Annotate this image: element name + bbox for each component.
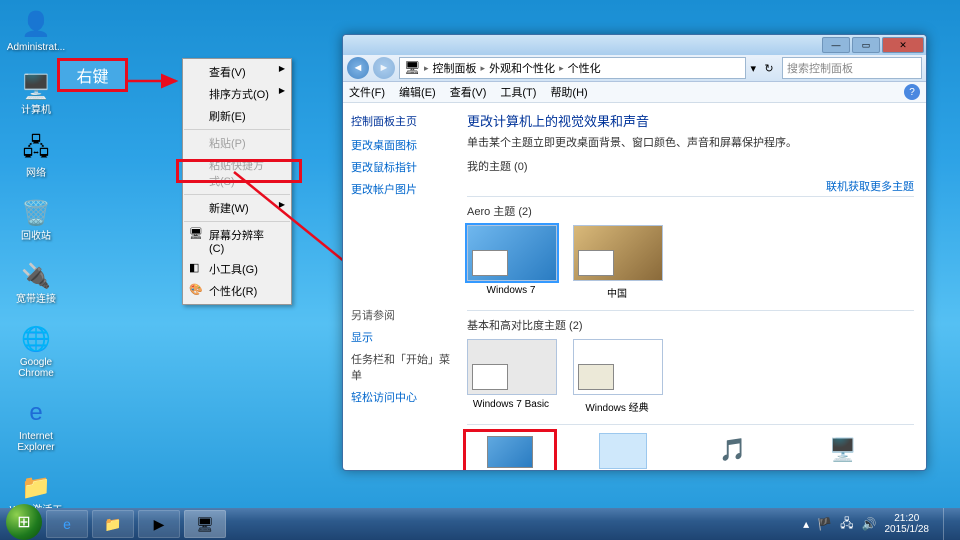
wallpaper-icon [487, 436, 533, 468]
display-link[interactable]: 显示 [351, 329, 455, 345]
theme-win7-basic[interactable]: Windows 7 Basic [467, 339, 555, 414]
menu-view[interactable]: 查看(V) [183, 61, 291, 83]
menu-bar: 文件(F) 编辑(E) 查看(V) 工具(T) 帮助(H) ? [343, 82, 926, 103]
annotation-arrow-1 [124, 72, 184, 90]
see-also-label: 另请参阅 [351, 307, 455, 323]
close-button[interactable]: ✕ [882, 37, 924, 53]
theme-windows7[interactable]: Windows 7 [467, 225, 555, 300]
page-subtitle: 单击某个主题立即更改桌面背景、窗口颜色、声音和屏幕保护程序。 [467, 134, 914, 150]
taskbar-personalize-window[interactable]: 🖥 [184, 510, 226, 538]
aero-themes-header: Aero 主题 (2) [467, 203, 914, 219]
show-desktop-button[interactable] [943, 508, 954, 540]
menu-view-m[interactable]: 查看(V) [450, 84, 487, 100]
main-content: 更改计算机上的视觉效果和声音 单击某个主题立即更改桌面背景、窗口颜色、声音和屏幕… [463, 103, 926, 470]
chrome-icon: 🌐 [20, 323, 52, 355]
my-themes-header: 我的主题 (0) [467, 158, 914, 174]
breadcrumb-root[interactable]: 控制面板 [433, 60, 477, 76]
breadcrumb[interactable]: 🖥 ▸ 控制面板 ▸ 外观和个性化 ▸ 个性化 [399, 57, 746, 79]
menu-edit[interactable]: 编辑(E) [399, 84, 436, 100]
personalization-window: — ▭ ✕ ◄ ► 🖥 ▸ 控制面板 ▸ 外观和个性化 ▸ 个性化 ▾ ↻ 搜索… [342, 34, 927, 471]
change-account-picture-link[interactable]: 更改帐户图片 [351, 181, 455, 197]
taskbar-explorer[interactable]: 📁 [92, 510, 134, 538]
user-folder-icon: 👤 [20, 8, 52, 40]
screensaver-icon: 🖥️ [820, 433, 866, 467]
taskbar-start-link[interactable]: 任务栏和「开始」菜单 [351, 351, 455, 383]
connection-icon: 🔌 [20, 260, 52, 292]
menu-personalize[interactable]: 🎨个性化(R) [183, 280, 291, 302]
color-icon [599, 433, 647, 469]
refresh-button[interactable]: ↻ [760, 59, 778, 77]
desktop-icon-admin[interactable]: 👤Administrat... [8, 8, 64, 53]
maximize-button[interactable]: ▭ [852, 37, 880, 53]
ie-icon: e [20, 397, 52, 429]
menu-help[interactable]: 帮助(H) [550, 84, 587, 100]
desktop-background-button[interactable]: 桌面背景 Harmony [463, 429, 557, 470]
desktop-icon-network[interactable]: 🖧网络 [8, 134, 64, 179]
window-color-button[interactable]: 窗口颜色 天空 [583, 433, 663, 470]
menu-tools[interactable]: 工具(T) [500, 84, 536, 100]
page-title: 更改计算机上的视觉效果和声音 [467, 111, 914, 130]
menu-new[interactable]: 新建(W) [183, 197, 291, 219]
breadcrumb-leaf[interactable]: 个性化 [568, 60, 601, 76]
menu-sort[interactable]: 排序方式(O) [183, 83, 291, 105]
recycle-bin-icon: 🗑️ [20, 197, 52, 229]
more-themes-online-link[interactable]: 联机获取更多主题 [826, 178, 914, 194]
theme-win-classic[interactable]: Windows 经典 [573, 339, 661, 414]
theme-china[interactable]: 中国 [573, 225, 661, 300]
desktop-icon-chrome[interactable]: 🌐Google Chrome [8, 323, 64, 379]
minimize-button[interactable]: — [822, 37, 850, 53]
desktop-icons: 👤Administrat... 🖥️计算机 🖧网络 🗑️回收站 🔌宽带连接 🌐G… [8, 8, 64, 527]
desktop-icon-recycle[interactable]: 🗑️回收站 [8, 197, 64, 242]
menu-file[interactable]: 文件(F) [349, 84, 385, 100]
control-panel-icon: 🖥 [404, 60, 420, 76]
taskbar-mediaplayer[interactable]: ▶ [138, 510, 180, 538]
folder-icon: 📁 [20, 471, 52, 503]
gadget-icon: ◧ [189, 261, 203, 275]
forward-button[interactable]: ► [373, 57, 395, 79]
desktop-icon-computer[interactable]: 🖥️计算机 [8, 71, 64, 116]
menu-paste: 粘贴(P) [183, 132, 291, 154]
navigation-bar: ◄ ► 🖥 ▸ 控制面板 ▸ 外观和个性化 ▸ 个性化 ▾ ↻ 搜索控制面板 [343, 55, 926, 82]
desktop-context-menu: 查看(V) 排序方式(O) 刷新(E) 粘贴(P) 粘贴快捷方式(S) 新建(W… [182, 58, 292, 305]
annotation-right-click: 右键 [57, 58, 128, 92]
window-titlebar: — ▭ ✕ [343, 35, 926, 55]
start-button[interactable]: ⊞ [6, 504, 42, 540]
menu-gadgets[interactable]: ◧小工具(G) [183, 258, 291, 280]
menu-refresh[interactable]: 刷新(E) [183, 105, 291, 127]
change-mouse-pointer-link[interactable]: 更改鼠标指针 [351, 159, 455, 175]
basic-themes-header: 基本和高对比度主题 (2) [467, 317, 914, 333]
chevron-right-icon: ▸ [481, 63, 486, 74]
sound-icon: 🎵 [710, 433, 756, 467]
personalize-icon: 🎨 [189, 283, 203, 297]
sounds-button[interactable]: 🎵 声音 Windows 默认 [693, 433, 773, 470]
desktop-icon-broadband[interactable]: 🔌宽带连接 [8, 260, 64, 305]
change-desktop-icons-link[interactable]: 更改桌面图标 [351, 137, 455, 153]
tray-network-icon[interactable]: 🖧 [840, 514, 853, 535]
monitor-icon: 🖥 [189, 227, 203, 241]
screensaver-button[interactable]: 🖥️ 屏幕保护程序 无 [803, 433, 883, 470]
left-panel: 控制面板主页 更改桌面图标 更改鼠标指针 更改帐户图片 另请参阅 显示 任务栏和… [343, 103, 463, 470]
ease-of-access-link[interactable]: 轻松访问中心 [351, 389, 455, 405]
taskbar-ie[interactable]: e [46, 510, 88, 538]
tray-show-hidden-icon[interactable]: ▴ [803, 517, 809, 531]
tray-volume-icon[interactable]: 🔊 [862, 517, 877, 531]
back-button[interactable]: ◄ [347, 57, 369, 79]
chevron-right-icon: ▸ [424, 63, 429, 74]
chevron-down-icon[interactable]: ▾ [750, 62, 756, 75]
taskbar-clock[interactable]: 21:20 2015/1/28 [885, 513, 930, 535]
menu-screen-resolution[interactable]: 🖥屏幕分辨率(C) [183, 224, 291, 258]
network-icon: 🖧 [20, 134, 52, 166]
desktop-icon-ie[interactable]: eInternet Explorer [8, 397, 64, 453]
control-panel-home-link[interactable]: 控制面板主页 [351, 113, 455, 129]
tray-flag-icon[interactable]: 🏴 [817, 517, 832, 531]
chevron-right-icon: ▸ [559, 63, 564, 74]
computer-icon: 🖥️ [20, 71, 52, 103]
taskbar: ⊞ e 📁 ▶ 🖥 ▴ 🏴 🖧 🔊 21:20 2015/1/28 [0, 508, 960, 540]
help-icon[interactable]: ? [904, 84, 920, 100]
breadcrumb-mid[interactable]: 外观和个性化 [489, 60, 555, 76]
system-tray: ▴ 🏴 🖧 🔊 21:20 2015/1/28 [803, 508, 954, 540]
search-input[interactable]: 搜索控制面板 [782, 57, 922, 79]
menu-paste-shortcut: 粘贴快捷方式(S) [183, 154, 291, 192]
